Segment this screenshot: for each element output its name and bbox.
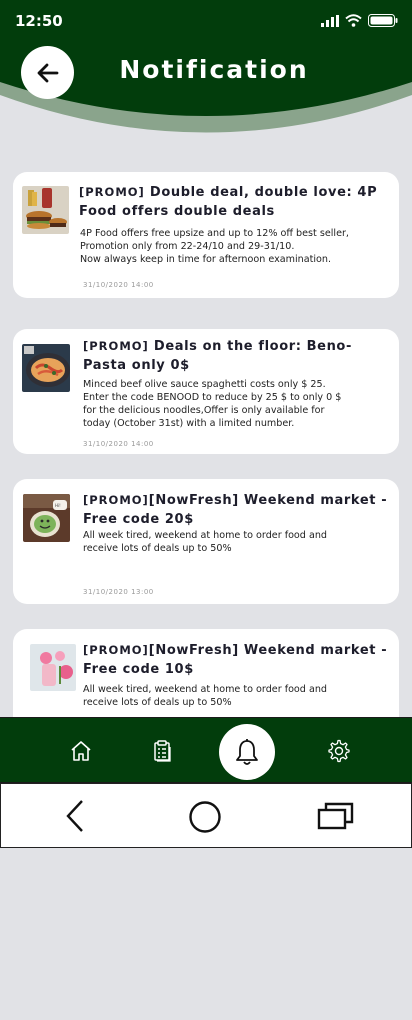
notification-card[interactable]: [PROMO] Deals on the floor: Beno-Pasta o… (13, 329, 399, 454)
notification-time: 31/10/2020 14:00 (83, 440, 154, 448)
gear-icon (328, 739, 350, 763)
promo-tag: [PROMO] (83, 493, 149, 507)
wifi-icon (345, 14, 362, 27)
notification-title: [PROMO][NowFresh] Weekend market - Free … (83, 641, 399, 679)
system-recents-button[interactable] (315, 798, 357, 834)
nav-orders-button[interactable] (148, 736, 178, 766)
burger-combo-image (22, 186, 69, 234)
notification-title: [PROMO] Deals on the floor: Beno-Pasta o… (83, 337, 395, 375)
notification-body: 4P Food offers free upsize and up to 12%… (80, 228, 349, 265)
pasta-plate-image (22, 344, 70, 392)
app-header: 12:50 Notification (0, 0, 412, 140)
signal-icon (321, 14, 339, 27)
status-time: 12:50 (15, 12, 63, 30)
back-icon (66, 800, 83, 832)
svg-text:Hi!: Hi! (55, 503, 61, 508)
home-icon (71, 741, 91, 761)
clipboard-list-icon (154, 740, 171, 762)
battery-icon (368, 14, 398, 27)
bottom-navigation (0, 717, 412, 783)
notification-time: 31/10/2020 14:00 (83, 281, 154, 289)
promo-tag: [PROMO] (83, 339, 149, 353)
nav-notifications-button[interactable] (219, 724, 275, 780)
notification-title: [PROMO] Double deal, double love: 4P Foo… (79, 183, 391, 221)
promo-tag: [PROMO] (83, 643, 149, 657)
system-navigation-bar (0, 783, 412, 848)
promo-tag: [PROMO] (79, 185, 145, 199)
notification-body: All week tired, weekend at home to order… (83, 684, 327, 708)
nav-settings-button[interactable] (324, 736, 354, 766)
flower-drink-image (30, 644, 76, 691)
recent-apps-icon (317, 802, 354, 830)
notification-title: [PROMO][NowFresh] Weekend market - Free … (83, 491, 395, 529)
bell-icon (236, 739, 258, 765)
system-home-button[interactable] (187, 799, 223, 835)
notification-time: 31/10/2020 13:00 (83, 588, 154, 596)
page-title: Notification (119, 55, 309, 84)
nav-home-button[interactable] (66, 736, 96, 766)
home-circle-icon (189, 801, 221, 833)
system-back-button[interactable] (57, 798, 93, 834)
notification-card[interactable]: Hi! [PROMO][NowFresh] Weekend market - F… (13, 479, 399, 604)
notification-card[interactable]: [PROMO] Double deal, double love: 4P Foo… (13, 172, 399, 298)
notification-body: All week tired, weekend at home to order… (83, 530, 327, 554)
latte-art-image: Hi! (23, 494, 70, 542)
status-icons (321, 14, 398, 27)
notification-body: Minced beef olive sauce spaghetti costs … (83, 379, 342, 429)
